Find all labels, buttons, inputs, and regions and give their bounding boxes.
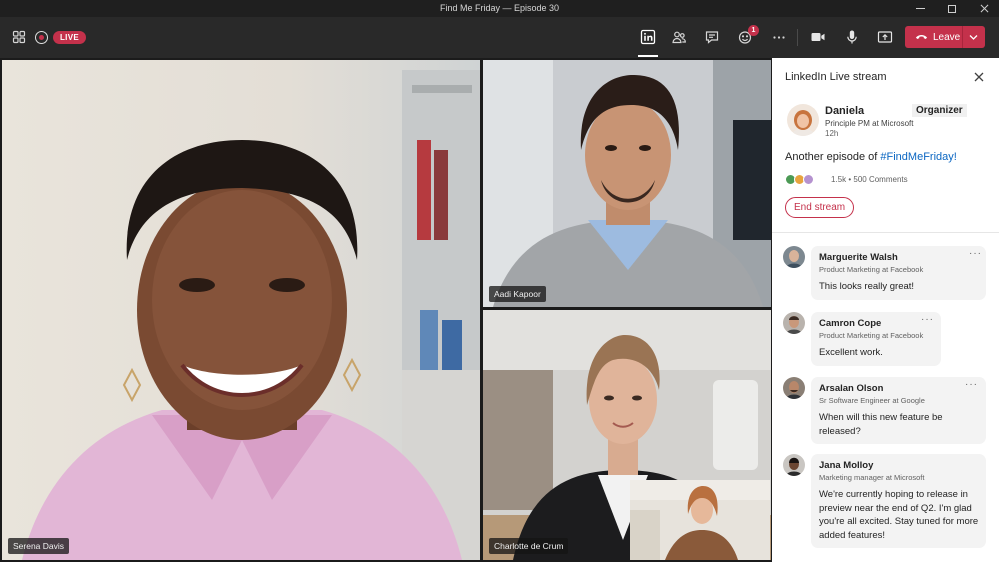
participants-button[interactable] (666, 24, 692, 50)
linkedin-icon (640, 29, 656, 45)
participant-video (2, 60, 480, 560)
avatar[interactable] (783, 246, 805, 268)
title-bar: Find Me Friday — Episode 30 (0, 0, 999, 17)
video-stage: Serena Davis Aadi Kapoor Charlotte de Cr… (0, 58, 772, 562)
self-view-video (630, 480, 770, 560)
comment-author[interactable]: Arsalan Olson (819, 383, 978, 394)
hashtag-link[interactable]: #FindMeFriday! (880, 151, 956, 163)
active-tab-indicator (638, 55, 658, 57)
participant-name-tag: Aadi Kapoor (489, 286, 546, 302)
more-options-icon[interactable]: ··· (969, 248, 982, 259)
comment-text: Excellent work. (819, 347, 883, 358)
people-icon (672, 31, 686, 44)
layout-button[interactable] (6, 24, 32, 50)
minimize-icon (915, 8, 925, 9)
recording-icon (35, 31, 48, 44)
post-timestamp: 12h (825, 129, 839, 138)
panel-divider (772, 232, 999, 233)
video-tile-main[interactable]: Serena Davis (2, 60, 480, 560)
leave-button[interactable]: Leave (905, 26, 985, 48)
self-view-tile[interactable] (630, 480, 770, 560)
more-options-icon[interactable]: ··· (921, 314, 934, 325)
microphone-button[interactable] (839, 24, 865, 50)
comment-bubble: Marguerite Walsh Product Marketing at Fa… (811, 246, 986, 300)
comment-bubble: Camron Cope Product Marketing at Faceboo… (811, 312, 941, 366)
comment-author-headline: Marketing manager at Microsoft (819, 473, 925, 482)
comment-bubble: Arsalan Olson Sr Software Engineer at Go… (811, 377, 986, 444)
reactions-count-badge: 1 (748, 25, 759, 36)
organizer-headline: Principle PM at Microsoft (825, 119, 914, 128)
comment-author-headline: Product Marketing at Facebook (819, 331, 924, 340)
maximize-icon (948, 4, 956, 13)
avatar[interactable] (787, 104, 819, 136)
microphone-icon (847, 30, 857, 44)
toolbar-divider (797, 29, 798, 46)
close-icon[interactable] (974, 72, 984, 82)
post-text: Another episode of #FindMeFriday! (785, 151, 957, 163)
live-badge: LIVE (53, 31, 86, 44)
organizer-badge: Organizer (912, 104, 967, 117)
close-icon (980, 4, 988, 13)
participant-video (483, 60, 771, 307)
reaction-icons[interactable] (785, 174, 814, 185)
comment-author[interactable]: Camron Cope (819, 318, 933, 329)
video-tile-bottom-right[interactable]: Charlotte de Crum (483, 310, 771, 560)
comment-text: We're currently hoping to release in pre… (819, 489, 979, 541)
minimize-button[interactable] (905, 0, 935, 17)
comment-text: When will this new feature be released? (819, 412, 943, 437)
comment-author-headline: Product Marketing at Facebook (819, 265, 924, 274)
meeting-toolbar: LIVE 1 Leave (0, 17, 999, 58)
more-actions-button[interactable] (766, 24, 792, 50)
grid-icon (12, 30, 26, 44)
chevron-down-icon[interactable] (969, 33, 978, 41)
love-reaction-icon (803, 174, 814, 185)
camera-button[interactable] (805, 24, 831, 50)
share-screen-button[interactable] (872, 24, 898, 50)
organizer-name[interactable]: Daniela (825, 105, 864, 117)
comment-author[interactable]: Marguerite Walsh (819, 252, 978, 263)
participant-name-tag: Charlotte de Crum (489, 538, 569, 554)
window-title: Find Me Friday — Episode 30 (439, 3, 560, 13)
comment-author[interactable]: Jana Molloy (819, 460, 978, 471)
camera-icon (811, 33, 825, 41)
share-icon (877, 31, 893, 43)
close-window-button[interactable] (969, 0, 999, 17)
more-options-icon[interactable]: ··· (965, 379, 978, 390)
participant-name-tag: Serena Davis (8, 538, 70, 554)
avatar[interactable] (783, 377, 805, 399)
chat-button[interactable] (699, 24, 725, 50)
end-stream-button[interactable]: End stream (785, 197, 855, 218)
more-icon (773, 36, 785, 39)
phone-hangup-icon (915, 35, 928, 40)
maximize-button[interactable] (937, 0, 967, 17)
chat-icon (705, 31, 719, 44)
panel-title: LinkedIn Live stream (785, 71, 887, 83)
video-tile-top-right[interactable]: Aadi Kapoor (483, 60, 771, 307)
linkedin-button[interactable] (635, 24, 661, 50)
engagement-stats[interactable]: 1.5k • 500 Comments (831, 175, 908, 184)
leave-label: Leave (933, 31, 961, 43)
linkedin-live-panel: LinkedIn Live stream Daniela Organizer P… (772, 58, 999, 562)
avatar[interactable] (783, 312, 805, 334)
avatar[interactable] (783, 454, 805, 476)
comment-bubble: Jana Molloy Marketing manager at Microso… (811, 454, 986, 548)
comment-text: This looks really great! (819, 281, 915, 292)
comment-author-headline: Sr Software Engineer at Google (819, 396, 925, 405)
